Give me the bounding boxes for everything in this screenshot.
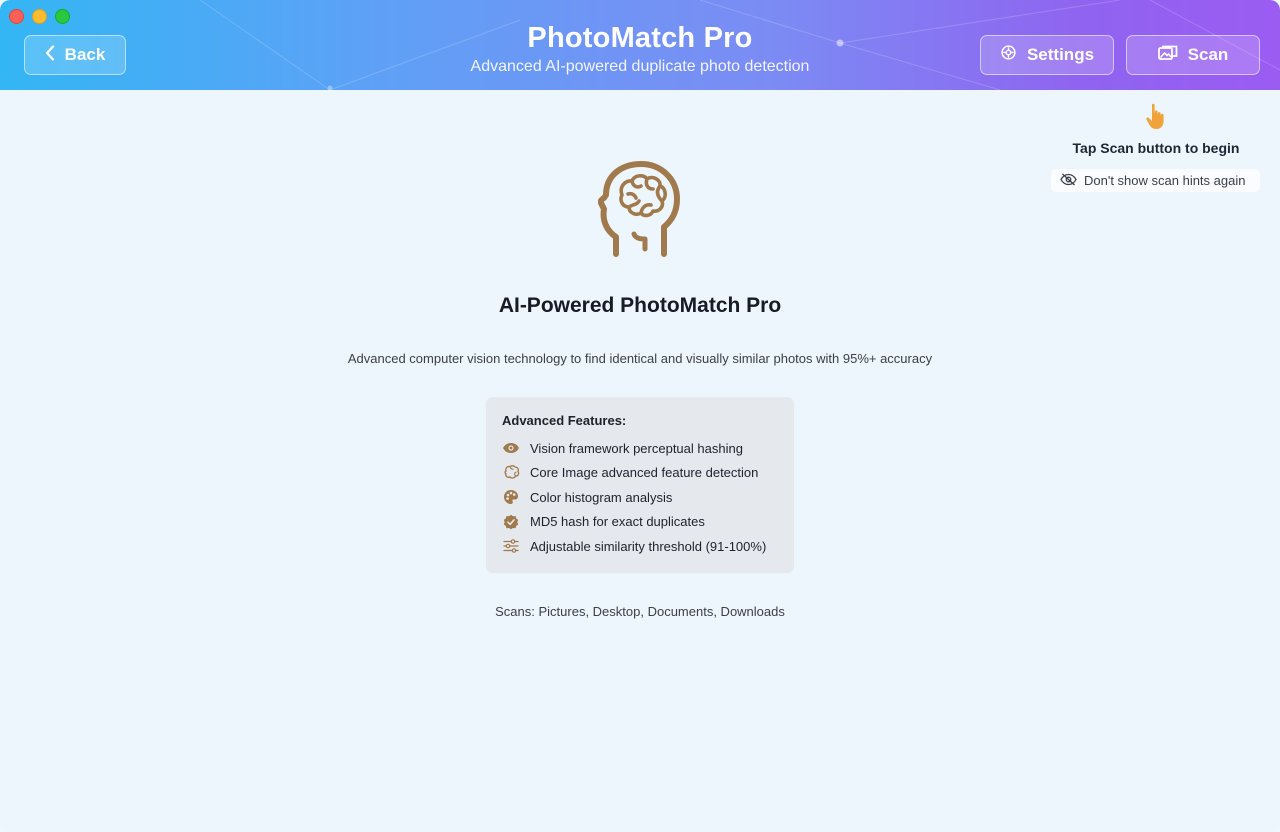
list-item: Color histogram analysis [502, 485, 778, 510]
scan-hint-text: Tap Scan button to begin [1072, 140, 1240, 156]
palette-icon [502, 488, 520, 506]
scan-button-label: Scan [1187, 45, 1229, 64]
feature-label: Color histogram analysis [530, 489, 673, 505]
app-window: Back PhotoMatch Pro Advanced AI-powered … [0, 0, 1280, 832]
hand-pointer-icon [1144, 102, 1168, 135]
hide-scan-hints-button[interactable]: Don't show scan hints again [1051, 169, 1260, 192]
feature-label: Vision framework perceptual hashing [530, 440, 743, 456]
hide-scan-hints-label: Don't show scan hints again [1084, 173, 1246, 188]
brain-icon [502, 464, 520, 482]
feature-label: Adjustable similarity threshold (91-100%… [530, 538, 767, 554]
sliders-icon [502, 537, 520, 555]
settings-button-label: Settings [1026, 45, 1095, 64]
list-item: Core Image advanced feature detection [502, 461, 778, 486]
eye-slash-icon [1060, 173, 1077, 189]
main-title: AI-Powered PhotoMatch Pro [498, 294, 782, 317]
checkmark-seal-icon [502, 513, 520, 531]
list-item: MD5 hash for exact duplicates [502, 510, 778, 535]
settings-button[interactable]: Settings [980, 35, 1114, 75]
scan-button[interactable]: Scan [1126, 35, 1260, 75]
photos-icon [1157, 45, 1178, 66]
gear-icon [1000, 44, 1017, 66]
brain-head-icon [597, 161, 682, 262]
feature-label: MD5 hash for exact duplicates [530, 514, 705, 530]
eye-icon [502, 439, 520, 457]
feature-label: Core Image advanced feature detection [530, 465, 759, 481]
header-bar: Back PhotoMatch Pro Advanced AI-powered … [0, 0, 1280, 90]
features-title: Advanced Features: [502, 413, 627, 428]
scan-locations-text: Scans: Pictures, Desktop, Documents, Dow… [495, 604, 785, 619]
main-description: Advanced computer vision technology to f… [347, 351, 933, 366]
features-panel: Advanced Features: Vision framework perc… [486, 397, 794, 573]
list-item: Adjustable similarity threshold (91-100%… [502, 534, 778, 559]
list-item: Vision framework perceptual hashing [502, 436, 778, 461]
